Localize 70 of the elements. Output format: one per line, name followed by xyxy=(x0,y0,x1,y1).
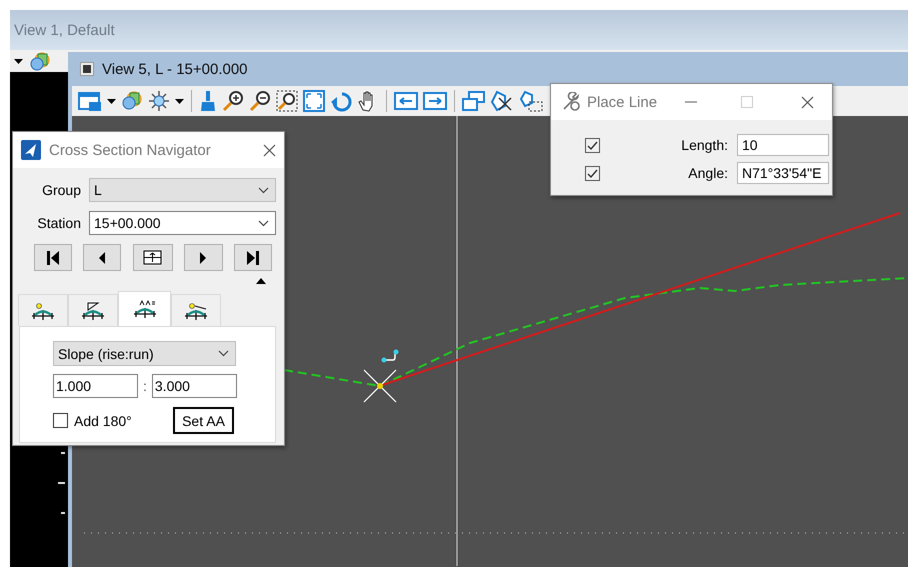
caret-icon[interactable] xyxy=(14,58,23,64)
caret-icon[interactable] xyxy=(175,98,184,104)
cursor-icon xyxy=(363,369,397,403)
tab[interactable] xyxy=(171,294,221,326)
first-button[interactable] xyxy=(34,244,72,271)
input-field[interactable]: 3.000 xyxy=(152,374,237,398)
dialog-title: Place Line xyxy=(587,94,658,110)
field-label: Length: xyxy=(680,137,729,153)
clip-mask-icon[interactable] xyxy=(520,90,544,112)
view-attributes-icon[interactable] xyxy=(78,90,102,112)
close-icon xyxy=(801,96,814,108)
window-title: View 5, L - 15+00.000 xyxy=(102,60,248,78)
zoom-out-icon[interactable] xyxy=(249,90,271,112)
skip-end-icon xyxy=(245,250,261,266)
checkbox-label: Add 180° xyxy=(74,412,132,428)
tab[interactable] xyxy=(118,291,171,326)
shapes-icon[interactable] xyxy=(121,90,143,112)
input-field[interactable]: N71°33'54"E xyxy=(737,162,829,184)
close-button[interactable] xyxy=(801,96,814,108)
window-title: View 1, Default xyxy=(14,22,115,38)
field-label: Group xyxy=(41,182,81,198)
collapse-caret-icon[interactable] xyxy=(256,278,266,284)
dialog-title: Cross Section Navigator xyxy=(49,142,212,158)
window-icon xyxy=(80,62,94,76)
checkbox[interactable] xyxy=(53,413,68,428)
input-field[interactable]: 1.000 xyxy=(53,374,138,398)
caret-icon[interactable] xyxy=(107,98,116,104)
chevron-icon[interactable] xyxy=(258,186,269,194)
cross-section-icon xyxy=(29,300,57,320)
previous-view-icon[interactable] xyxy=(394,90,418,112)
fit-view-icon[interactable] xyxy=(303,90,325,112)
last-button[interactable] xyxy=(234,244,272,271)
copy-view-icon[interactable] xyxy=(462,90,486,112)
skip-start-icon xyxy=(45,250,61,266)
chevron-icon[interactable] xyxy=(218,350,229,357)
next-view-icon[interactable] xyxy=(423,90,447,112)
grid-icon xyxy=(143,250,162,266)
cross-section-icon xyxy=(79,300,107,320)
tab[interactable] xyxy=(68,294,118,326)
checkbox[interactable] xyxy=(585,166,600,180)
play-right-icon xyxy=(200,252,206,264)
previous-button[interactable] xyxy=(83,244,122,271)
field-label: Angle: xyxy=(687,165,729,181)
center-button[interactable] xyxy=(132,244,172,271)
rotate-icon[interactable] xyxy=(330,90,352,112)
input-field[interactable]: 10 xyxy=(737,134,829,156)
set-button[interactable]: Set AA xyxy=(173,407,234,434)
ratio-separator: : xyxy=(143,378,147,394)
close-button[interactable] xyxy=(263,144,276,156)
wrench-gear-icon xyxy=(561,92,581,112)
shapes-icon[interactable] xyxy=(29,51,51,71)
dropdown[interactable]: 15+00.000 xyxy=(89,211,276,235)
chevron-icon[interactable] xyxy=(258,220,269,226)
brush-icon[interactable] xyxy=(199,90,217,112)
window-zoom-icon[interactable] xyxy=(276,90,298,112)
dropdown[interactable]: L xyxy=(89,178,276,202)
check-icon xyxy=(586,167,599,179)
tab[interactable] xyxy=(18,294,68,326)
cross-section-icon xyxy=(182,300,210,320)
next-button[interactable] xyxy=(184,244,223,271)
handle-icon xyxy=(382,350,398,362)
close-icon xyxy=(263,144,276,156)
sun-icon[interactable] xyxy=(148,90,170,112)
check-icon xyxy=(586,139,599,151)
zoom-in-icon[interactable] xyxy=(222,90,244,112)
app-logo-icon xyxy=(21,140,41,160)
play-left-icon xyxy=(99,252,106,264)
field-label: Station xyxy=(36,215,81,231)
dropdown[interactable]: Slope (rise:run) xyxy=(53,341,236,366)
checkbox[interactable] xyxy=(585,138,600,152)
